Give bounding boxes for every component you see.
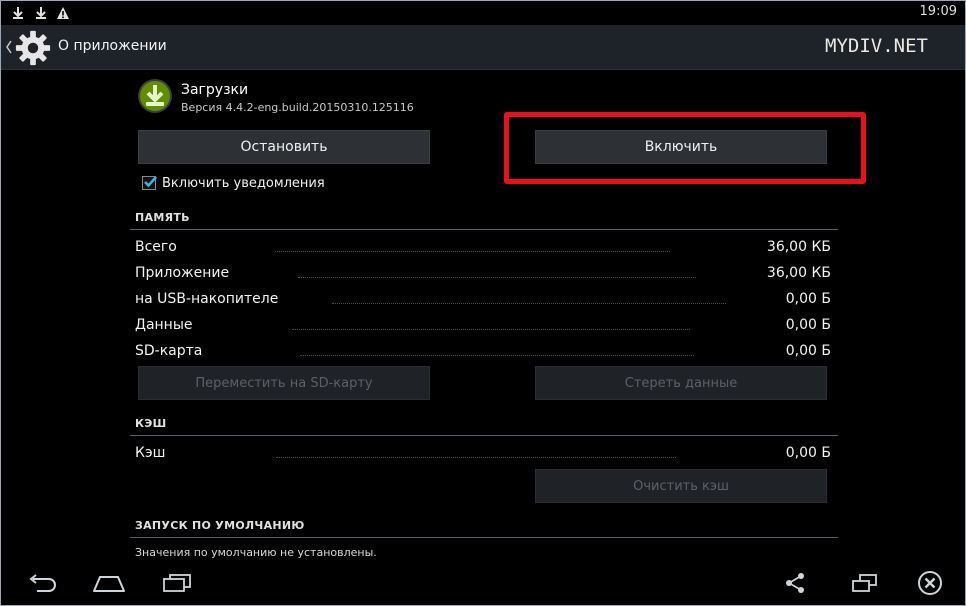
cache-row-label: Кэш [135, 445, 166, 461]
back-icon[interactable] [27, 574, 59, 592]
page-title[interactable]: О приложении [58, 38, 167, 54]
move-to-sd-button[interactable]: Переместить на SD-карту [138, 366, 430, 400]
dotted-leader [332, 303, 726, 304]
memory-row-value: 0,00 Б [785, 343, 831, 359]
memory-row-value: 36,00 КБ [766, 265, 831, 281]
memory-row-label: Данные [135, 317, 193, 333]
memory-row-value: 0,00 Б [785, 291, 831, 307]
stop-button[interactable]: Остановить [138, 130, 430, 164]
defaults-note: Значения по умолчанию не установлены. [135, 546, 377, 559]
notifications-checkbox[interactable] [142, 176, 157, 190]
highlight-frame [504, 112, 866, 184]
download-icon [36, 7, 46, 19]
divider [130, 229, 838, 230]
gear-icon[interactable] [14, 29, 52, 67]
memory-row-value: 36,00 КБ [766, 239, 831, 255]
dotted-leader [276, 457, 676, 458]
window-icon[interactable] [851, 573, 879, 593]
dotted-leader [300, 355, 694, 356]
chevron-left-icon[interactable] [5, 39, 13, 55]
download-icon [13, 7, 23, 19]
notifications-label[interactable]: Включить уведомления [162, 176, 325, 191]
memory-row-label: Приложение [135, 265, 230, 281]
status-time: 19:09 [919, 4, 957, 19]
divider [130, 537, 838, 538]
memory-row-label: Всего [135, 239, 177, 255]
cache-row-value: 0,00 Б [785, 445, 831, 461]
app-name: Загрузки [181, 82, 249, 98]
memory-row-value: 0,00 Б [785, 317, 831, 333]
dotted-leader [275, 251, 670, 252]
cache-section-header: КЭШ [135, 417, 167, 430]
dotted-leader [298, 277, 696, 278]
clear-data-button[interactable]: Стереть данные [535, 366, 827, 400]
status-bar: 19:09 [1, 1, 965, 25]
memory-row-label: на USB-накопителе [135, 291, 279, 307]
navigation-bar [1, 560, 965, 605]
home-icon[interactable] [92, 573, 126, 593]
recent-apps-icon[interactable] [162, 573, 192, 593]
defaults-section-header: ЗАПУСК ПО УМОЛЧАНИЮ [135, 519, 305, 532]
memory-row-label: SD-карта [135, 343, 203, 359]
share-icon[interactable] [784, 572, 806, 594]
dotted-leader [292, 329, 690, 330]
checkmark-icon [144, 176, 157, 188]
divider [130, 435, 838, 436]
action-bar: О приложении MYDIV.NET [1, 25, 965, 70]
memory-section-header: ПАМЯТЬ [135, 211, 190, 224]
clear-cache-button[interactable]: Очистить кэш [535, 469, 827, 503]
download-icon [138, 79, 172, 113]
close-icon[interactable] [917, 570, 943, 596]
app-version: Версия 4.4.2-eng.build.20150310.125116 [181, 101, 414, 114]
watermark: MYDIV.NET [825, 35, 928, 57]
warning-icon [57, 7, 69, 19]
